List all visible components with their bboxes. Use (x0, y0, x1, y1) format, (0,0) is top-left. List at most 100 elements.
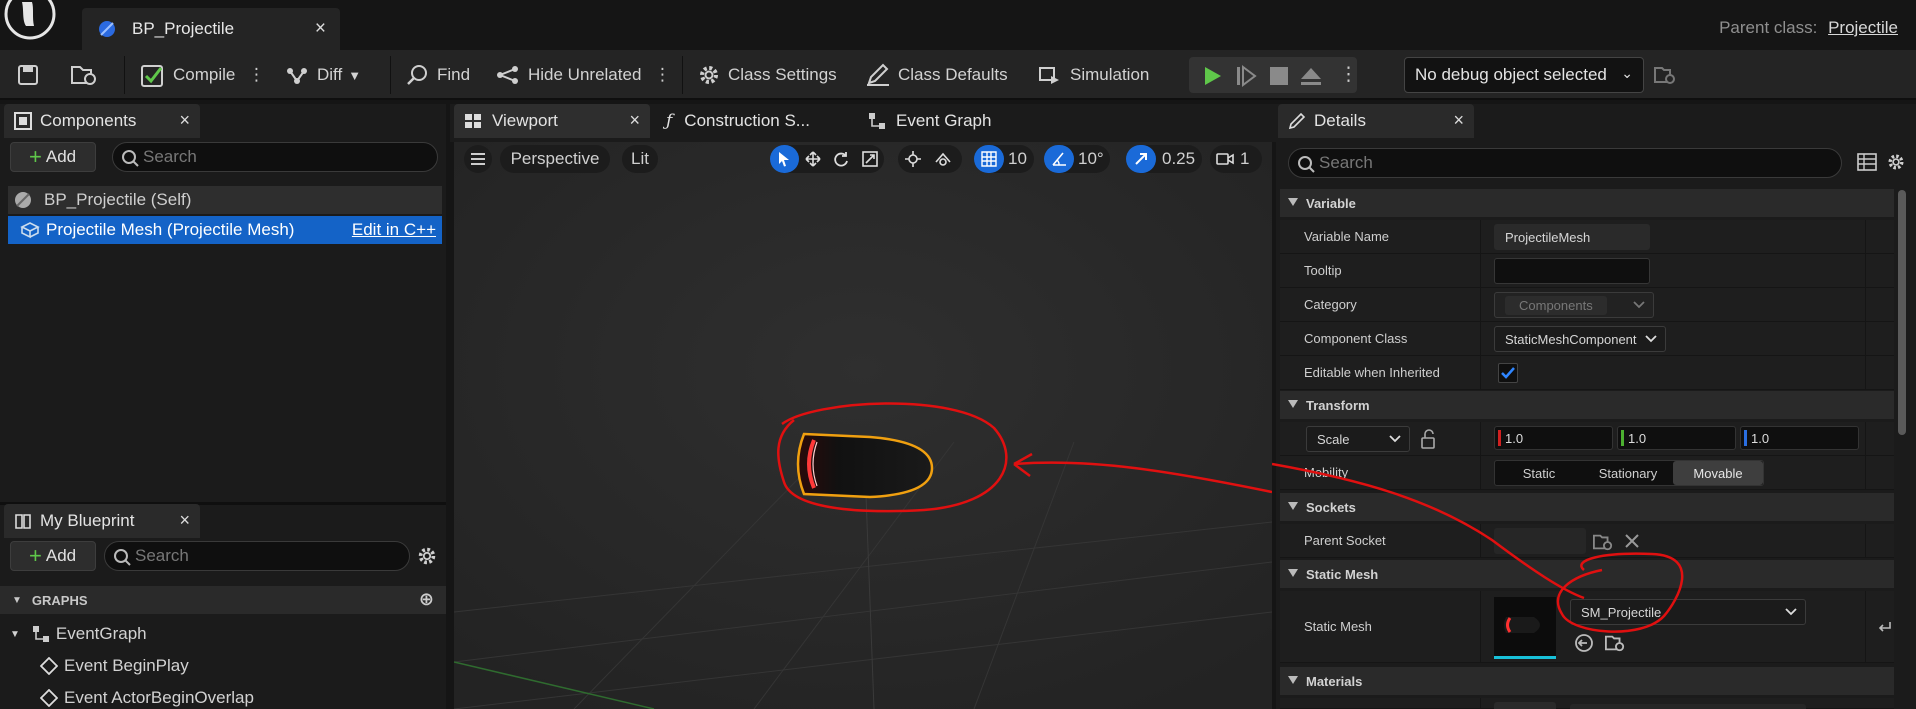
compile-button[interactable]: Compile (140, 50, 235, 100)
perspective-button[interactable]: Perspective (500, 145, 610, 173)
add-blueprint-item-button[interactable]: + Add (10, 541, 96, 571)
mobility-static-option[interactable]: Static (1495, 461, 1583, 485)
camera-icon[interactable] (1210, 145, 1240, 173)
add-graph-icon[interactable]: ⊕ (419, 589, 434, 610)
document-tab[interactable]: BP_Projectile × (82, 8, 340, 50)
details-search-input[interactable]: Search (1288, 148, 1842, 178)
scale-snap-group[interactable]: 0.25 (1126, 145, 1202, 173)
components-tab[interactable]: Components × (4, 104, 200, 138)
angle-snap-icon[interactable] (1044, 145, 1074, 173)
my-blueprint-search-input[interactable]: Search (104, 541, 410, 571)
hide-unrelated-options-button[interactable]: ⋮ (654, 50, 671, 100)
gear-icon[interactable] (416, 545, 438, 567)
tab-viewport-label: Viewport (492, 111, 558, 130)
table-view-icon[interactable] (1857, 153, 1877, 171)
close-viewport-icon[interactable]: × (629, 110, 640, 131)
mobility-movable-option[interactable]: Movable (1673, 461, 1763, 485)
stop-icon[interactable] (1269, 66, 1289, 86)
unreal-logo-icon[interactable] (4, 0, 60, 42)
viewport-canvas[interactable] (454, 142, 1272, 709)
grid-snap-icon[interactable] (974, 145, 1004, 173)
category-sockets[interactable]: Sockets (1280, 493, 1894, 521)
class-defaults-button[interactable]: Class Defaults (865, 50, 1008, 100)
class-settings-button[interactable]: Class Settings (697, 50, 837, 100)
scale-tool-icon[interactable] (856, 145, 885, 173)
scale-label: Scale (1317, 431, 1350, 447)
tab-event-graph[interactable]: Event Graph (858, 104, 1054, 138)
grid-snap-group[interactable]: 10 (974, 145, 1034, 173)
category-transform[interactable]: Transform (1280, 391, 1894, 419)
scale-x-field[interactable]: 1.0 (1494, 426, 1613, 450)
category-static-mesh[interactable]: Static Mesh (1280, 560, 1894, 588)
browse-asset-icon[interactable] (1604, 633, 1626, 653)
lit-button[interactable]: Lit (622, 145, 658, 173)
world-space-icon[interactable] (898, 145, 928, 173)
component-class-combo[interactable]: StaticMeshComponent (1494, 326, 1666, 352)
browse-button[interactable] (70, 50, 105, 100)
close-components-icon[interactable]: × (179, 110, 190, 131)
scale-y-field[interactable]: 1.0 (1617, 426, 1736, 450)
close-my-blueprint-icon[interactable]: × (179, 510, 190, 531)
graph-item-eventgraph[interactable]: ▼ EventGraph (10, 624, 147, 644)
close-details-icon[interactable]: × (1453, 110, 1464, 131)
tab-viewport[interactable]: Viewport × (454, 104, 650, 138)
row-static-mesh: Static Mesh SM_Projectile (1280, 591, 1894, 663)
tab-construction-script[interactable]: ƒ Construction S... (656, 104, 852, 138)
compile-options-button[interactable]: ⋮ (248, 50, 265, 100)
reset-to-default-icon[interactable] (1876, 619, 1892, 635)
simulation-button[interactable]: Simulation (1037, 50, 1149, 100)
component-class-value: StaticMeshComponent (1505, 331, 1637, 347)
surface-snap-icon[interactable] (928, 145, 958, 173)
unlock-icon[interactable] (1420, 429, 1438, 449)
static-mesh-combo[interactable]: SM_Projectile (1570, 599, 1806, 625)
save-button[interactable] (16, 50, 47, 100)
viewport-menu-button[interactable] (464, 145, 492, 173)
chevron-down-icon (1389, 435, 1401, 443)
category-materials[interactable]: Materials (1280, 667, 1894, 695)
parent-socket-field[interactable] (1494, 528, 1586, 554)
diff-button[interactable]: Diff ▼ (284, 50, 361, 100)
scale-mode-combo[interactable]: Scale (1306, 426, 1410, 452)
editable-inherited-checkbox[interactable] (1498, 363, 1518, 383)
variable-name-field[interactable]: ProjectileMesh (1494, 224, 1650, 250)
close-tab-icon[interactable]: × (315, 18, 326, 40)
step-icon[interactable] (1235, 65, 1257, 87)
find-button[interactable]: Find (406, 50, 470, 100)
select-tool-icon[interactable] (770, 145, 799, 173)
play-icon[interactable] (1201, 65, 1223, 87)
mobility-stationary-option[interactable]: Stationary (1583, 461, 1673, 485)
graph-item-event-beginplay[interactable]: Event BeginPlay (40, 656, 189, 676)
rotate-tool-icon[interactable] (827, 145, 856, 173)
add-component-button[interactable]: + Add (10, 142, 96, 172)
components-search-input[interactable]: Search (112, 142, 438, 172)
details-tab[interactable]: Details × (1278, 104, 1474, 138)
hide-unrelated-button[interactable]: Hide Unrelated (495, 50, 641, 100)
details-scrollbar[interactable] (1898, 190, 1906, 435)
use-selected-asset-icon[interactable] (1574, 633, 1594, 653)
graphs-section-header[interactable]: ▼ GRAPHS ⊕ (0, 586, 446, 614)
camera-speed-group[interactable]: 1 (1210, 145, 1262, 173)
eject-icon[interactable] (1299, 65, 1323, 87)
graph-item-event-actorbeginoverlap[interactable]: Event ActorBeginOverlap (40, 688, 254, 708)
play-options-button[interactable]: ⋮ (1339, 63, 1358, 86)
parent-class-link[interactable]: Projectile (1828, 18, 1898, 37)
edit-in-cpp-link[interactable]: Edit in C++ (352, 220, 436, 240)
scale-snap-icon[interactable] (1126, 145, 1156, 173)
tooltip-field[interactable] (1494, 258, 1650, 284)
rotation-snap-group[interactable]: 10° (1044, 145, 1110, 173)
debug-filter-icon[interactable] (1653, 64, 1677, 86)
simulation-label: Simulation (1070, 65, 1150, 84)
gear-icon[interactable] (1886, 152, 1906, 172)
translate-tool-icon[interactable] (799, 145, 828, 173)
category-combo[interactable]: Components (1494, 292, 1654, 318)
clear-icon[interactable] (1624, 533, 1640, 549)
category-variable[interactable]: Variable (1280, 189, 1894, 217)
component-self-item[interactable]: BP_Projectile (Self) (8, 186, 442, 214)
scale-z-field[interactable]: 1.0 (1740, 426, 1859, 450)
parent-class-info: Parent class: Projectile (1719, 18, 1898, 38)
component-projectile-mesh-item[interactable]: Projectile Mesh (Projectile Mesh) Edit i… (8, 216, 442, 244)
debug-object-select[interactable]: No debug object selected ⌄ (1404, 57, 1644, 93)
static-mesh-thumbnail[interactable] (1494, 597, 1556, 659)
my-blueprint-tab[interactable]: My Blueprint × (4, 504, 200, 538)
socket-browse-icon[interactable] (1592, 532, 1614, 552)
